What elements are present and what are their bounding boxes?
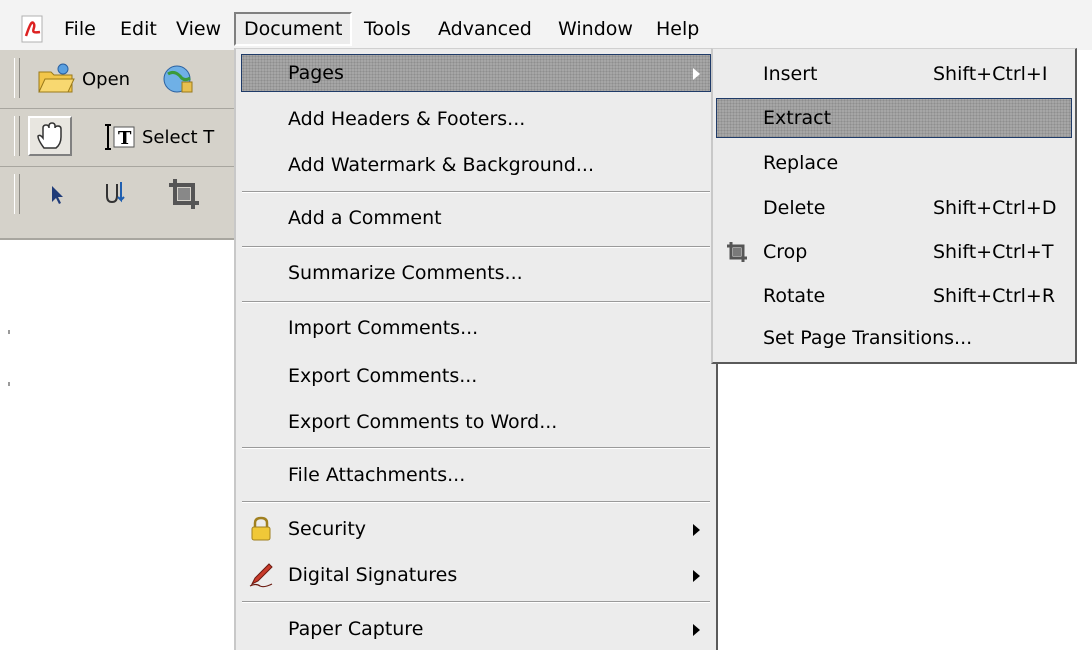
menu-window[interactable]: Window [550,12,641,46]
menu-item-add-watermark-background[interactable]: Add Watermark & Background... [242,147,710,183]
touchup-reading-order-icon [106,182,125,204]
select-toolbar: T Select T [0,108,240,167]
arrow-cursor-icon [52,186,63,204]
menu-item-digital-signatures[interactable]: Digital Signatures [242,557,710,593]
submenu-item-label: Delete [763,197,826,219]
edit-toolbar [0,166,240,224]
open-button[interactable]: Open [36,62,130,96]
web-search-button[interactable] [160,62,198,96]
menu-item-add-comment[interactable]: Add a Comment [242,200,710,236]
menu-edit[interactable]: Edit [112,12,165,46]
page-mark [8,330,10,334]
file-toolbar: Open [0,50,240,109]
hand-icon [37,122,62,149]
menu-item-label: Add Headers & Footers... [288,108,526,130]
svg-text:T: T [118,128,132,149]
toolbar-grip[interactable] [14,58,20,98]
menu-separator [242,246,710,248]
touchup-button[interactable] [104,180,130,208]
submenu-item-set-page-transitions[interactable]: Set Page Transitions... [717,319,1071,357]
shortcut-label: Shift+Ctrl+I [933,63,1048,85]
lock-icon [251,516,271,541]
menu-separator [242,301,710,303]
adobe-reader-icon [21,15,43,43]
submenu-item-insert[interactable]: Insert Shift+Ctrl+I [717,55,1071,93]
menu-separator [242,191,710,193]
menu-item-add-headers-footers[interactable]: Add Headers & Footers... [242,101,710,137]
menu-item-import-comments[interactable]: Import Comments... [242,310,710,346]
document-menu: Pages Add Headers & Footers... Add Water… [234,48,718,650]
submenu-item-label: Set Page Transitions... [763,327,973,349]
open-folder-icon [38,63,75,93]
menu-item-summarize-comments[interactable]: Summarize Comments... [242,255,710,291]
shortcut-label: Shift+Ctrl+T [933,241,1054,263]
submenu-item-label: Rotate [763,285,826,307]
submenu-arrow-icon [693,68,700,80]
submenu-arrow-icon [693,524,700,536]
menu-item-export-comments[interactable]: Export Comments... [242,358,710,394]
menu-item-label: Add a Comment [288,207,442,229]
submenu-item-extract[interactable]: Extract [716,98,1072,138]
menu-document[interactable]: Document [234,12,353,46]
select-text-label: Select T [142,126,215,148]
crop-icon [727,242,747,262]
menu-item-paper-capture[interactable]: Paper Capture [242,611,710,647]
submenu-item-label: Extract [763,107,832,129]
select-object-button[interactable] [48,184,68,206]
shortcut-label: Shift+Ctrl+R [933,285,1056,307]
menu-file[interactable]: File [56,12,104,46]
menu-item-label: Export Comments... [288,365,478,387]
menu-advanced[interactable]: Advanced [430,12,540,46]
submenu-item-delete[interactable]: Delete Shift+Ctrl+D [717,189,1071,227]
menu-item-file-attachments[interactable]: File Attachments... [242,457,710,493]
menu-separator [242,601,710,603]
submenu-item-label: Replace [763,152,839,174]
submenu-item-label: Crop [763,241,808,263]
crop-icon [169,179,199,209]
menu-tools[interactable]: Tools [356,12,419,46]
menu-item-export-comments-to-word[interactable]: Export Comments to Word... [242,404,710,440]
menu-item-label: Paper Capture [288,618,424,640]
submenu-item-replace[interactable]: Replace [717,144,1071,182]
menu-item-label: File Attachments... [288,464,466,486]
pages-submenu: Insert Shift+Ctrl+I Extract Replace Dele… [711,48,1077,364]
menu-item-pages[interactable]: Pages [241,54,711,92]
menu-item-label: Pages [288,62,344,84]
menu-view[interactable]: View [168,12,229,46]
submenu-item-label: Insert [763,63,818,85]
menu-separator [242,447,710,449]
submenu-item-rotate[interactable]: Rotate Shift+Ctrl+R [717,277,1071,315]
select-text-button[interactable]: T Select T [102,122,214,152]
toolbar-area: Open T Select T [0,50,240,240]
hand-tool-button[interactable] [28,116,72,156]
menu-item-security[interactable]: Security [242,511,710,547]
menu-item-label: Security [288,518,367,540]
pen-icon [249,563,273,588]
menu-item-label: Add Watermark & Background... [288,154,594,176]
menu-item-label: Import Comments... [288,317,479,339]
crop-tool-button[interactable] [166,176,202,212]
submenu-arrow-icon [693,570,700,582]
submenu-item-crop[interactable]: Crop Shift+Ctrl+T [717,233,1071,271]
menu-bar: File Edit View Document Tools Advanced W… [0,0,1092,50]
menu-item-label: Summarize Comments... [288,262,523,284]
menu-help[interactable]: Help [648,12,707,46]
menu-separator [242,501,710,503]
menu-item-label: Export Comments to Word... [288,411,558,433]
shortcut-label: Shift+Ctrl+D [933,197,1057,219]
open-label: Open [82,68,131,90]
page-mark [8,382,10,386]
toolbar-grip[interactable] [14,116,20,156]
select-text-icon: T [105,124,135,150]
globe-search-icon [163,65,193,93]
menu-item-label: Digital Signatures [288,564,458,586]
toolbar-grip[interactable] [14,174,20,214]
submenu-arrow-icon [693,624,700,636]
